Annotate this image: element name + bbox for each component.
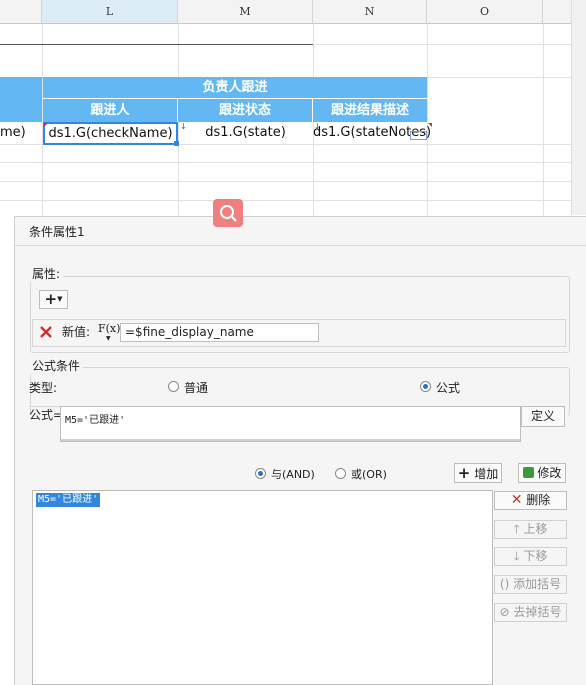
bracket-icon: () — [499, 577, 510, 591]
condition-list[interactable]: M5='已跟进' — [32, 490, 493, 685]
modify-condition-button[interactable]: 修改 — [518, 463, 566, 483]
column-header-l[interactable]: L — [42, 0, 178, 24]
add-bracket-label: 添加括号 — [513, 577, 562, 591]
add-symbol: + — [44, 290, 58, 308]
modify-condition-label: 修改 — [537, 466, 562, 480]
condition-list-item[interactable]: M5='已跟进' — [36, 493, 101, 507]
delete-property-button[interactable] — [38, 324, 54, 340]
edit-icon — [522, 467, 534, 478]
move-down-label: 下移 — [523, 549, 548, 563]
properties-label: 属性: — [29, 265, 64, 282]
remove-bracket-label: 去掉括号 — [513, 605, 562, 619]
move-up-button[interactable]: 🡑 上移 — [494, 520, 567, 539]
formula-label: 公式= — [29, 408, 64, 422]
vertical-scrollbar[interactable] — [571, 0, 586, 215]
close-icon: ✕ — [510, 492, 523, 508]
add-condition-button[interactable]: + 增加 — [454, 463, 502, 483]
add-condition-label: 增加 — [474, 467, 499, 481]
cell-left-partial[interactable]: me) — [0, 122, 40, 144]
close-icon — [40, 326, 52, 338]
grid-line — [0, 181, 586, 182]
cell-checkname-selected[interactable]: ds1.G(checkName) — [43, 122, 178, 145]
formula-input[interactable]: M5='已跟进' — [60, 406, 521, 442]
type-normal-label[interactable]: 普通 — [184, 379, 208, 396]
chevron-down-icon: ▼ — [106, 335, 111, 342]
logic-or-radio[interactable] — [335, 468, 346, 479]
cell-state[interactable]: ds1.G(state) — [178, 122, 313, 144]
remove-bracket-button[interactable]: ⊘ 去掉括号 — [494, 603, 567, 622]
type-formula-radio[interactable] — [420, 381, 431, 392]
grid-line — [0, 162, 586, 163]
search-icon — [220, 205, 237, 222]
table-header-status[interactable]: 跟进状态 — [178, 99, 313, 122]
type-formula-label[interactable]: 公式 — [436, 379, 460, 396]
delete-condition-button[interactable]: ✕ 删除 — [494, 491, 567, 510]
cell-corner-marker — [44, 123, 48, 127]
table-header-left-partial — [0, 77, 42, 122]
type-normal-radio[interactable] — [168, 381, 179, 392]
logic-or-label[interactable]: 或(OR) — [351, 466, 387, 482]
add-property-dropdown[interactable]: +▼ — [39, 290, 68, 309]
plus-icon: + — [457, 464, 471, 482]
table-header-description[interactable]: 跟进结果描述 — [313, 99, 427, 122]
new-value-input[interactable]: =$fine_display_name — [120, 323, 319, 342]
move-down-button[interactable]: 🡓 下移 — [494, 547, 567, 566]
add-bracket-button[interactable]: () 添加括号 — [494, 575, 567, 594]
cell-border — [0, 44, 313, 45]
new-value-label: 新值: — [62, 325, 91, 339]
arrow-up-icon: 🡑 — [513, 522, 520, 536]
chevron-down-icon: ▼ — [57, 295, 63, 303]
column-header-n[interactable]: N — [313, 0, 427, 24]
move-up-label: 上移 — [523, 522, 548, 536]
logic-and-label[interactable]: 与(AND) — [271, 466, 315, 482]
column-header-m[interactable]: M — [178, 0, 313, 24]
divider — [15, 245, 586, 246]
formula-fx-button[interactable]: F(x) ▼ — [98, 321, 121, 343]
column-header-o[interactable]: O — [427, 0, 543, 24]
down-arrow-icon: ↓ — [314, 122, 321, 131]
table-group-header[interactable]: 负责人跟进 — [43, 77, 427, 99]
arrow-down-icon: 🡓 — [513, 549, 520, 563]
formula-condition-label: 公式条件 — [29, 357, 84, 374]
type-label: 类型: — [29, 381, 58, 395]
table-header-follower[interactable]: 跟进人 — [43, 99, 178, 122]
delete-condition-label: 删除 — [526, 493, 551, 507]
condition-properties-panel: 条件属性1 属性: +▼ 新值: F(x) ▼ =$fine_display_n… — [14, 216, 586, 685]
search-button[interactable] — [213, 199, 243, 227]
define-button[interactable]: 定义 — [521, 406, 565, 427]
fx-icon: F(x) — [98, 322, 121, 335]
column-header-blank[interactable] — [0, 0, 42, 24]
remove-bracket-icon: ⊘ — [499, 605, 510, 619]
grid-line — [0, 200, 586, 201]
down-arrow-icon: ↓ — [180, 122, 187, 131]
logic-and-radio[interactable] — [255, 468, 266, 479]
cell-corner-marker — [428, 123, 432, 127]
cell-expand-marker — [410, 131, 427, 140]
panel-title: 条件属性1 — [29, 225, 85, 239]
